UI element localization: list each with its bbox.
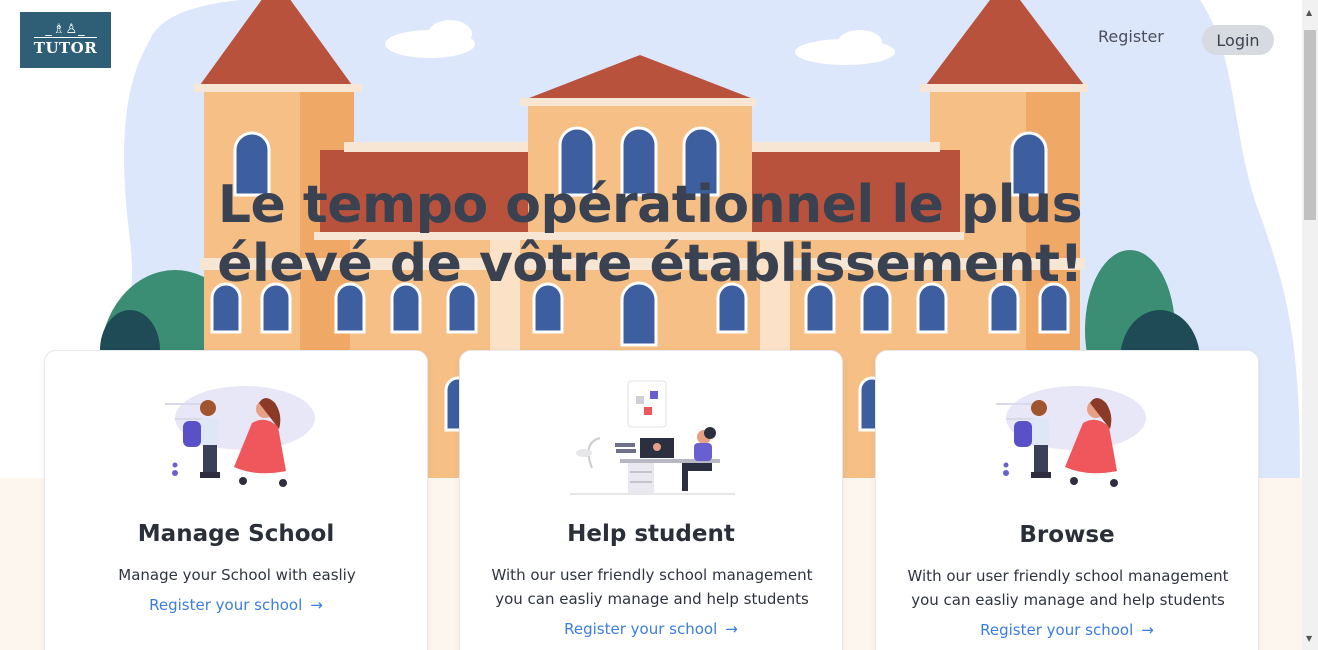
vertical-scrollbar[interactable]: ▲ ▼ xyxy=(1302,0,1318,650)
scroll-down-icon[interactable]: ▼ xyxy=(1306,634,1312,643)
logo-text: TUTOR xyxy=(33,37,98,57)
card-description: With our user friendly school management… xyxy=(491,566,813,608)
feature-card-help-student: Help student With our user friendly scho… xyxy=(459,350,843,650)
feature-card-manage-school: Manage School Manage your School with ea… xyxy=(44,350,428,650)
scroll-up-icon[interactable]: ▲ xyxy=(1306,8,1312,17)
card-description: Manage your School with easliy xyxy=(118,566,356,584)
online-learning-illustration xyxy=(570,380,735,495)
register-school-link[interactable]: Register your school → xyxy=(45,596,427,614)
card-title: Help student xyxy=(567,521,735,547)
tutor-logo[interactable]: _♗♙_ TUTOR xyxy=(20,12,111,68)
arrow-right-icon: → xyxy=(1141,621,1154,639)
register-school-link[interactable]: Register your school → xyxy=(460,620,842,638)
hero-headline: Le tempo opérationnel le plus élevé de v… xyxy=(217,175,1083,294)
scrollbar-thumb[interactable] xyxy=(1304,30,1316,220)
landing-page: _♗♙_ TUTOR Register Login Le tempo opéra… xyxy=(0,0,1318,650)
link-label: Register your school xyxy=(149,596,303,614)
register-link[interactable]: Register xyxy=(1098,27,1164,46)
login-button[interactable]: Login xyxy=(1202,25,1274,55)
feature-card-browse: Browse With our user friendly school man… xyxy=(875,350,1259,650)
card-title: Browse xyxy=(1019,522,1115,548)
arrow-right-icon: → xyxy=(310,596,323,614)
link-label: Register your school xyxy=(564,620,718,638)
arrow-right-icon: → xyxy=(725,620,738,638)
card-description: With our user friendly school management… xyxy=(907,567,1229,609)
register-school-link[interactable]: Register your school → xyxy=(876,621,1258,639)
mother-child-illustration xyxy=(996,386,1146,487)
mother-child-illustration xyxy=(165,386,315,487)
school-children-icon: _♗♙_ xyxy=(45,22,86,37)
link-label: Register your school xyxy=(980,621,1134,639)
card-title: Manage School xyxy=(137,521,335,547)
